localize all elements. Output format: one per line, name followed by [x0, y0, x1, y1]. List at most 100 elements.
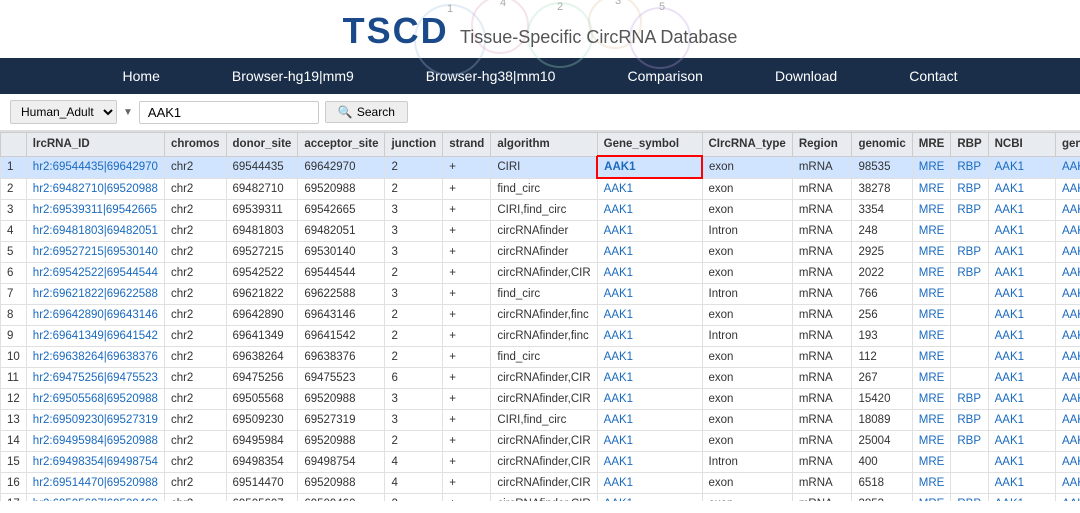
- table-row[interactable]: 7hr2:69621822|69622588chr269621822696225…: [1, 284, 1080, 305]
- table-row[interactable]: 14hr2:69495984|69520988chr26949598469520…: [1, 431, 1080, 452]
- table-cell[interactable]: AAK1: [1055, 473, 1080, 494]
- table-cell[interactable]: [951, 347, 988, 368]
- table-cell[interactable]: hr2:69509230|69527319: [26, 410, 164, 431]
- table-cell[interactable]: AAK1: [1055, 284, 1080, 305]
- table-cell[interactable]: [951, 452, 988, 473]
- table-row[interactable]: 10hr2:69638264|69638376chr26963826469638…: [1, 347, 1080, 368]
- table-cell[interactable]: hr2:69482710|69520988: [26, 178, 164, 200]
- table-cell[interactable]: hr2:69641349|69641542: [26, 326, 164, 347]
- table-cell[interactable]: AAK1: [988, 326, 1055, 347]
- table-cell[interactable]: hr2:69495984|69520988: [26, 431, 164, 452]
- nav-contact[interactable]: Contact: [873, 58, 993, 94]
- table-cell[interactable]: MRE: [912, 221, 951, 242]
- table-cell[interactable]: AAK1: [1055, 263, 1080, 284]
- table-cell[interactable]: RBP: [951, 200, 988, 221]
- table-cell[interactable]: AAK1: [597, 156, 702, 178]
- table-cell[interactable]: AAK1: [597, 200, 702, 221]
- table-cell[interactable]: MRE: [912, 410, 951, 431]
- table-cell[interactable]: AAK1: [597, 368, 702, 389]
- table-cell[interactable]: AAK1: [1055, 305, 1080, 326]
- table-cell[interactable]: [951, 473, 988, 494]
- table-row[interactable]: 5hr2:69527215|69530140chr269527215695301…: [1, 242, 1080, 263]
- nav-comparison[interactable]: Comparison: [591, 58, 738, 94]
- table-cell[interactable]: AAK1: [597, 221, 702, 242]
- table-cell[interactable]: hr2:69642890|69643146: [26, 305, 164, 326]
- table-cell[interactable]: hr2:69544435|69642970: [26, 156, 164, 178]
- table-row[interactable]: 16hr2:69514470|69520988chr26951447069520…: [1, 473, 1080, 494]
- table-cell[interactable]: AAK1: [597, 242, 702, 263]
- table-row[interactable]: 8hr2:69642890|69643146chr269642890696431…: [1, 305, 1080, 326]
- table-cell[interactable]: AAK1: [988, 410, 1055, 431]
- table-cell[interactable]: AAK1: [1055, 410, 1080, 431]
- table-cell[interactable]: MRE: [912, 263, 951, 284]
- table-cell[interactable]: AAK1: [988, 431, 1055, 452]
- table-row[interactable]: 3hr2:69539311|69542665chr269539311695426…: [1, 200, 1080, 221]
- table-cell[interactable]: hr2:69527215|69530140: [26, 242, 164, 263]
- nav-home[interactable]: Home: [87, 58, 196, 94]
- table-cell[interactable]: hr2:69638264|69638376: [26, 347, 164, 368]
- table-cell[interactable]: AAK1: [988, 263, 1055, 284]
- table-cell[interactable]: AAK1: [597, 326, 702, 347]
- table-cell[interactable]: MRE: [912, 494, 951, 502]
- table-cell[interactable]: AAK1: [597, 410, 702, 431]
- table-cell[interactable]: AAK1: [988, 284, 1055, 305]
- search-button[interactable]: 🔍 Search: [325, 101, 408, 123]
- table-cell[interactable]: hr2:69481803|69482051: [26, 221, 164, 242]
- nav-browser-hg38[interactable]: Browser-hg38|mm10: [390, 58, 592, 94]
- table-cell[interactable]: AAK1: [1055, 389, 1080, 410]
- table-row[interactable]: 11hr2:69475256|69475523chr26947525669475…: [1, 368, 1080, 389]
- table-cell[interactable]: AAK1: [1055, 326, 1080, 347]
- search-input[interactable]: [139, 101, 319, 124]
- table-cell[interactable]: AAK1: [597, 431, 702, 452]
- table-cell[interactable]: MRE: [912, 431, 951, 452]
- nav-browser-hg19[interactable]: Browser-hg19|mm9: [196, 58, 390, 94]
- table-cell[interactable]: AAK1: [597, 178, 702, 200]
- table-cell[interactable]: MRE: [912, 326, 951, 347]
- table-cell[interactable]: RBP: [951, 431, 988, 452]
- table-row[interactable]: 6hr2:69542522|69544544chr269542522695445…: [1, 263, 1080, 284]
- table-cell[interactable]: MRE: [912, 452, 951, 473]
- table-cell[interactable]: MRE: [912, 305, 951, 326]
- table-cell[interactable]: hr2:69539311|69542665: [26, 200, 164, 221]
- table-cell[interactable]: RBP: [951, 494, 988, 502]
- table-cell[interactable]: MRE: [912, 347, 951, 368]
- table-cell[interactable]: [951, 284, 988, 305]
- table-cell[interactable]: RBP: [951, 178, 988, 200]
- table-cell[interactable]: [951, 305, 988, 326]
- table-cell[interactable]: AAK1: [988, 494, 1055, 502]
- table-cell[interactable]: AAK1: [597, 473, 702, 494]
- table-cell[interactable]: MRE: [912, 284, 951, 305]
- table-cell[interactable]: AAK1: [1055, 200, 1080, 221]
- table-cell[interactable]: MRE: [912, 178, 951, 200]
- table-cell[interactable]: AAK1: [1055, 494, 1080, 502]
- table-row[interactable]: 2hr2:69482710|69520988chr269482710695209…: [1, 178, 1080, 200]
- table-cell[interactable]: AAK1: [988, 242, 1055, 263]
- table-cell[interactable]: [951, 326, 988, 347]
- table-cell[interactable]: AAK1: [597, 284, 702, 305]
- table-cell[interactable]: AAK1: [988, 221, 1055, 242]
- table-cell[interactable]: AAK1: [1055, 347, 1080, 368]
- table-cell[interactable]: hr2:69498354|69498754: [26, 452, 164, 473]
- table-cell[interactable]: AAK1: [1055, 242, 1080, 263]
- table-cell[interactable]: AAK1: [988, 368, 1055, 389]
- table-cell[interactable]: AAK1: [988, 156, 1055, 178]
- table-cell[interactable]: AAK1: [988, 473, 1055, 494]
- table-cell[interactable]: MRE: [912, 156, 951, 178]
- table-cell[interactable]: RBP: [951, 389, 988, 410]
- table-row[interactable]: 12hr2:69505568|69520988chr26950556869520…: [1, 389, 1080, 410]
- table-cell[interactable]: RBP: [951, 242, 988, 263]
- table-cell[interactable]: AAK1: [1055, 452, 1080, 473]
- table-cell[interactable]: [951, 221, 988, 242]
- table-row[interactable]: 17hr2:69505607|69509460chr26950560769509…: [1, 494, 1080, 502]
- nav-download[interactable]: Download: [739, 58, 873, 94]
- table-cell[interactable]: MRE: [912, 473, 951, 494]
- table-row[interactable]: 15hr2:69498354|69498754chr26949835469498…: [1, 452, 1080, 473]
- table-cell[interactable]: AAK1: [1055, 368, 1080, 389]
- table-cell[interactable]: AAK1: [597, 263, 702, 284]
- table-cell[interactable]: hr2:69505607|69509460: [26, 494, 164, 502]
- table-cell[interactable]: MRE: [912, 242, 951, 263]
- table-cell[interactable]: MRE: [912, 200, 951, 221]
- table-row[interactable]: 13hr2:69509230|69527319chr26950923069527…: [1, 410, 1080, 431]
- table-cell[interactable]: hr2:69514470|69520988: [26, 473, 164, 494]
- table-cell[interactable]: MRE: [912, 368, 951, 389]
